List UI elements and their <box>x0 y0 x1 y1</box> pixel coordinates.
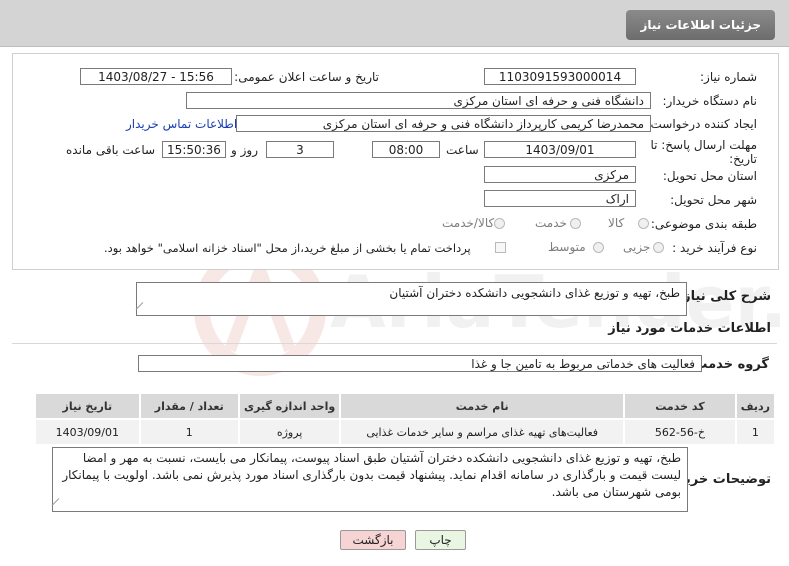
col-service-code: کد خدمت <box>623 392 737 420</box>
treasury-note: پرداخت تمام یا بخشی از مبلغ خرید،از محل … <box>104 241 471 255</box>
services-table: ردیف کد خدمت نام خدمت واحد اندازه گیری ت… <box>34 392 777 446</box>
col-quantity: تعداد / مقدار <box>138 392 240 420</box>
category-option-service: خدمت <box>535 216 567 230</box>
buyer-notes-text: طبخ، تهیه و توزیع غذای دانشجویی دانشکده … <box>62 451 681 499</box>
treasury-checkbox[interactable] <box>495 242 506 253</box>
remaining-time-label: ساعت باقی مانده <box>66 143 156 157</box>
need-number-label: شماره نیاز: <box>700 70 757 84</box>
days-label: روز و <box>231 143 258 157</box>
cell-unit: پروژه <box>237 418 342 446</box>
cell-service-name: فعالیت‌های تهیه غذای مراسم و سایر خدمات … <box>339 418 626 446</box>
category-radio-goods-service[interactable] <box>494 218 505 229</box>
buyer-notes-field: طبخ، تهیه و توزیع غذای دانشجویی دانشکده … <box>52 447 688 512</box>
requester-field: محمدرضا کریمی کارپرداز دانشگاه فنی و حرف… <box>236 115 651 132</box>
city-label: شهر محل تحویل: <box>670 193 757 207</box>
purchase-type-label: نوع فرآیند خرید : <box>672 241 757 255</box>
deadline-date-field: 1403/09/01 <box>484 141 636 158</box>
category-option-goods-service: کالا/خدمت <box>442 216 495 230</box>
summary-text: طبخ، تهیه و توزیع غذای دانشجویی دانشکده … <box>389 286 680 300</box>
buyer-org-label: نام دستگاه خریدار: <box>662 94 758 108</box>
announce-datetime-field: 1403/08/27 - 15:56 <box>80 68 232 85</box>
cell-quantity: 1 <box>138 418 240 446</box>
category-radio-service[interactable] <box>570 218 581 229</box>
cell-need-date: 1403/09/01 <box>34 418 141 446</box>
announce-datetime-label: تاریخ و ساعت اعلان عمومی: <box>234 70 379 84</box>
summary-field: طبخ، تهیه و توزیع غذای دانشجویی دانشکده … <box>136 282 687 316</box>
purchase-option-medium: متوسط <box>548 240 586 254</box>
province-field: مرکزی <box>484 166 636 183</box>
back-button[interactable]: بازگشت <box>340 530 406 550</box>
summary-label: شرح کلی نیاز: <box>677 289 771 304</box>
need-number-field: 1103091593000014 <box>484 68 636 85</box>
col-unit: واحد اندازه گیری <box>237 392 342 420</box>
deadline-time-field: 08:00 <box>372 141 440 158</box>
table-row: 1 خ-56-562 فعالیت‌های تهیه غذای مراسم و … <box>34 418 777 446</box>
table-header-row: ردیف کد خدمت نام خدمت واحد اندازه گیری ت… <box>34 392 777 420</box>
col-service-name: نام خدمت <box>339 392 626 420</box>
services-divider <box>12 343 777 344</box>
cell-service-code: خ-56-562 <box>623 418 737 446</box>
col-row-number: ردیف <box>734 392 777 420</box>
service-group-field: فعالیت های خدماتی مربوط به تامین جا و غذ… <box>138 355 702 372</box>
remaining-time-field: 15:50:36 <box>162 141 226 158</box>
category-label: طبقه بندی موضوعی: <box>650 217 757 231</box>
purchase-radio-minor[interactable] <box>653 242 664 253</box>
services-section-title: اطلاعات خدمات مورد نیاز <box>608 321 771 336</box>
category-radio-goods[interactable] <box>638 218 649 229</box>
city-field: اراک <box>484 190 636 207</box>
purchase-option-minor: جزیی <box>623 240 651 254</box>
page-title: جزئیات اطلاعات نیاز <box>626 10 775 40</box>
cell-row-number: 1 <box>734 418 777 446</box>
purchase-radio-medium[interactable] <box>593 242 604 253</box>
details-panel <box>12 53 779 270</box>
buyer-contact-link[interactable]: اطلاعات تماس خریدار <box>126 117 237 131</box>
province-label: استان محل تحویل: <box>662 169 757 183</box>
deadline-label-line2: تاریخ: <box>729 152 757 166</box>
requester-label: ایجاد کننده درخواست: <box>646 117 757 131</box>
days-field: 3 <box>266 141 334 158</box>
buyer-org-field: دانشگاه فنی و حرفه ای استان مرکزی <box>186 92 651 109</box>
deadline-label-line1: مهلت ارسال پاسخ: تا <box>650 138 757 152</box>
deadline-time-label: ساعت <box>446 143 479 157</box>
category-option-goods: کالا <box>608 216 625 230</box>
print-button[interactable]: چاپ <box>415 530 466 550</box>
col-need-date: تاریخ نیاز <box>34 392 141 420</box>
